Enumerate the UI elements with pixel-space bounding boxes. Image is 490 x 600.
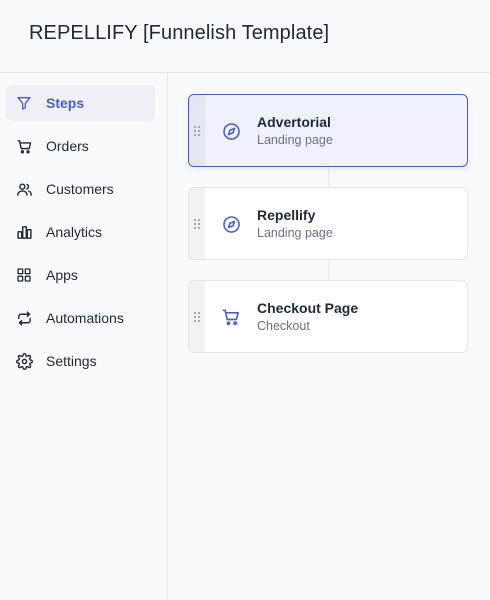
sidebar-item-steps[interactable]: Steps — [6, 85, 155, 121]
sidebar-item-label: Analytics — [46, 224, 103, 240]
step-type: Checkout — [257, 319, 310, 333]
step-title: Checkout Page — [257, 300, 359, 316]
compass-icon — [221, 121, 241, 141]
sidebar-item-automations[interactable]: Automations — [6, 300, 155, 336]
sidebar-item-customers[interactable]: Customers — [6, 171, 155, 207]
sidebar-item-label: Orders — [46, 138, 89, 154]
repeat-icon — [15, 309, 33, 327]
step-type: Landing page — [257, 133, 333, 147]
users-icon — [15, 180, 33, 198]
drag-handle-icon[interactable] — [189, 188, 205, 259]
drag-handle-icon[interactable] — [189, 281, 205, 352]
filter-icon — [15, 94, 33, 112]
gear-icon — [15, 352, 33, 370]
sidebar-item-label: Apps — [46, 267, 78, 283]
step-card-repellify[interactable]: Repellify Landing page — [188, 187, 468, 260]
step-type: Landing page — [257, 226, 333, 240]
sidebar-item-analytics[interactable]: Analytics — [6, 214, 155, 250]
step-title: Repellify — [257, 207, 316, 223]
drag-handle-icon[interactable] — [189, 95, 205, 166]
sidebar-nav: Steps Orders Customers Analytics Apps Au… — [0, 73, 168, 600]
funnel-title: REPELLIFY [Funnelish Template] — [29, 22, 330, 44]
cart-icon — [15, 137, 33, 155]
grid-icon — [15, 266, 33, 284]
step-card-advertorial[interactable]: Advertorial Landing page — [188, 94, 468, 167]
sidebar-item-label: Steps — [46, 95, 85, 111]
step-title: Advertorial — [257, 114, 331, 130]
sidebar-item-label: Settings — [46, 353, 97, 369]
step-connector-line — [328, 167, 329, 187]
bar-chart-icon — [15, 223, 33, 241]
sidebar-item-apps[interactable]: Apps — [6, 257, 155, 293]
sidebar-item-settings[interactable]: Settings — [6, 343, 155, 379]
step-card-checkout[interactable]: Checkout Page Checkout — [188, 280, 468, 353]
compass-icon — [221, 214, 241, 234]
top-header: REPELLIFY [Funnelish Template] — [0, 0, 490, 73]
sidebar-item-orders[interactable]: Orders — [6, 128, 155, 164]
step-connector-line — [328, 260, 329, 280]
sidebar-item-label: Customers — [46, 181, 114, 197]
funnel-steps-panel: Advertorial Landing page Repellify Landi… — [169, 74, 490, 600]
cart-icon — [221, 307, 241, 327]
sidebar-item-label: Automations — [46, 310, 124, 326]
